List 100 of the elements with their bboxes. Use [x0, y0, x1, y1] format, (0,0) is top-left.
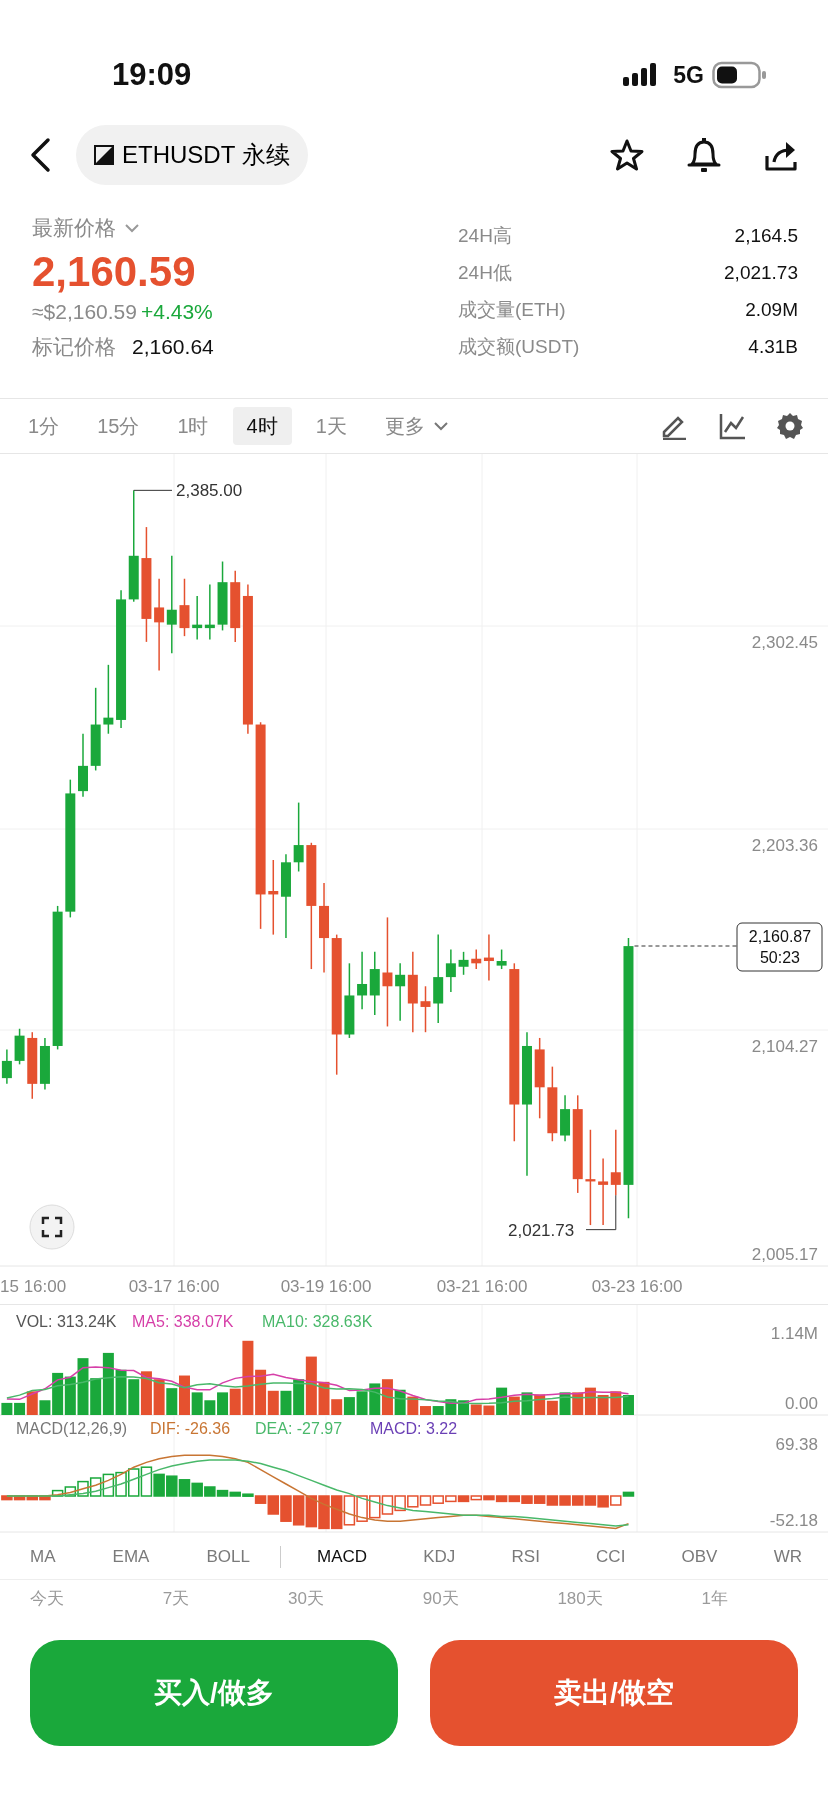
pair-selector[interactable]: ETHUSDT 永续 — [76, 125, 308, 185]
macd-bar — [178, 1479, 191, 1497]
candlestick — [496, 948, 507, 970]
stat-value: 2,164.5 — [734, 224, 798, 248]
volume-axis-label: 0.00 — [784, 1394, 818, 1413]
volume-bar — [394, 1389, 406, 1415]
candlestick — [39, 1037, 50, 1091]
candlestick — [14, 1028, 25, 1066]
macd-bar — [140, 1466, 153, 1497]
volume-bar — [369, 1383, 381, 1415]
volume-bar — [622, 1395, 634, 1415]
indicator-tab[interactable]: KDJ — [413, 1539, 466, 1574]
timeframe-tab[interactable]: 1分 — [14, 407, 74, 445]
volume-bar — [534, 1394, 546, 1415]
macd-bar — [394, 1495, 406, 1512]
macd-bar — [559, 1495, 571, 1506]
macd-bar — [381, 1495, 394, 1515]
leader-line — [585, 1194, 617, 1231]
volume-bar — [128, 1379, 140, 1415]
candlestick — [420, 985, 431, 1033]
timeframe-tab[interactable]: 4时 — [232, 407, 292, 445]
macd-bar — [166, 1475, 178, 1497]
stat-value: 2.09M — [745, 298, 798, 322]
volume-bar — [153, 1379, 165, 1415]
settings-icon[interactable] — [776, 412, 804, 440]
timeframe-tab[interactable]: 1时 — [163, 407, 223, 445]
volume-bar — [572, 1392, 584, 1415]
volume-bar — [521, 1392, 533, 1415]
timeframe-tab[interactable]: 1天 — [301, 407, 361, 445]
macd-bar — [128, 1468, 140, 1497]
time-axis-label: 15 16:00 — [0, 1277, 67, 1296]
macd-bar — [153, 1473, 165, 1497]
timeframe-tab[interactable]: 15分 — [83, 407, 154, 445]
candlestick — [293, 801, 304, 873]
macd-bar — [546, 1495, 559, 1506]
line-chart-icon[interactable] — [718, 412, 746, 440]
stat-value: 2,021.73 — [724, 261, 798, 285]
macd-bar — [280, 1495, 292, 1522]
indicator-tab[interactable]: CCI — [586, 1539, 636, 1574]
range-option[interactable]: 180天 — [557, 1586, 603, 1626]
price-type-label[interactable]: 最新价格 — [32, 212, 116, 244]
indicator-tab[interactable]: WR — [763, 1539, 812, 1574]
more-dropdown[interactable]: 更多 — [370, 407, 463, 445]
indicator-tab[interactable]: MA — [20, 1539, 66, 1574]
stat-label: 成交额(USDT) — [458, 335, 580, 359]
range-option[interactable]: 30天 — [288, 1586, 324, 1626]
volume-bar — [343, 1397, 355, 1415]
time-axis-label: 03-23 16:00 — [591, 1277, 683, 1296]
macd-bar — [356, 1495, 368, 1522]
macd-bar — [204, 1486, 216, 1497]
macd-bar — [572, 1495, 584, 1506]
indicator-tab[interactable]: BOLL — [196, 1539, 260, 1574]
volume-bar — [610, 1391, 622, 1415]
range-option[interactable]: 90天 — [422, 1586, 459, 1626]
range-option[interactable]: 7天 — [162, 1586, 190, 1626]
price-axis-label: 2,104.27 — [751, 1037, 818, 1056]
indicator-tab[interactable]: EMA — [102, 1539, 160, 1574]
back-icon[interactable] — [28, 137, 52, 173]
candlestick — [395, 962, 406, 1022]
mark-price-label: 标记价格 — [32, 334, 116, 361]
high-price-label: 2,385.00 — [176, 481, 243, 501]
volume-bar — [584, 1387, 596, 1415]
macd-axis-label: 69.38 — [775, 1435, 818, 1454]
star-icon[interactable] — [610, 138, 644, 172]
candlestick — [103, 664, 114, 735]
stat-value: 4.31B — [748, 335, 798, 359]
volume-bar — [470, 1404, 482, 1415]
status-time: 19:09 — [112, 55, 192, 94]
volume-bar — [381, 1379, 393, 1415]
volume-bar — [597, 1395, 609, 1415]
sell-button[interactable]: 卖出/做空 — [430, 1640, 798, 1746]
buy-button[interactable]: 买入/做多 — [30, 1640, 398, 1746]
chevron-down-icon[interactable] — [124, 222, 140, 233]
fullscreen-button[interactable] — [29, 1204, 75, 1250]
candlestick — [78, 732, 88, 798]
bell-icon[interactable] — [686, 136, 722, 174]
price-axis-label: 2,005.17 — [751, 1245, 818, 1264]
time-axis-label: 03-21 16:00 — [436, 1277, 528, 1296]
indicator-tab[interactable]: OBV — [671, 1539, 728, 1574]
macd-bar — [89, 1477, 102, 1497]
range-option[interactable]: 1年 — [701, 1586, 728, 1626]
indicator-tab[interactable]: RSI — [501, 1539, 550, 1574]
range-option[interactable]: 今天 — [30, 1586, 64, 1626]
macd-bar — [419, 1495, 432, 1506]
macd-bar — [292, 1495, 305, 1526]
stat-label: 24H高 — [458, 224, 512, 248]
indicator-tab[interactable]: MACD — [307, 1539, 378, 1574]
macd-bar — [584, 1495, 597, 1506]
candlestick — [204, 583, 215, 641]
macd-bar — [521, 1495, 533, 1504]
volume-axis-label: 1.14M — [770, 1324, 818, 1343]
candlestick — [610, 1129, 621, 1196]
price-axis-label: 2,302.45 — [751, 633, 818, 652]
last-price: 2,160.59 — [32, 247, 197, 296]
volume-bar — [458, 1400, 470, 1415]
macd-legend: DEA: -27.97 — [255, 1420, 343, 1437]
macd-legend: MACD: 3.22 — [370, 1420, 458, 1437]
macd-bar — [407, 1495, 419, 1508]
volume-legend: VOL: 313.24K — [16, 1313, 117, 1330]
macd-bar — [305, 1495, 318, 1528]
